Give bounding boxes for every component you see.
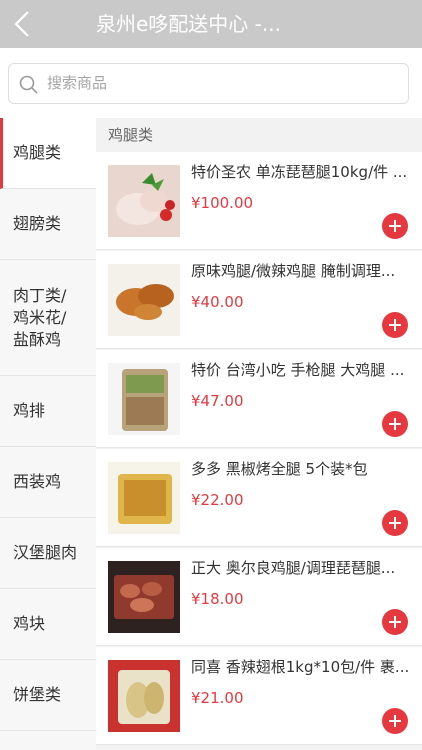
sidebar-item-label: 鸡排: [13, 401, 46, 420]
sidebar-item-chicken-leg[interactable]: 鸡腿类: [0, 118, 96, 189]
product-name: 特价圣农 单冻琵琶腿10kg/件 ...: [191, 163, 408, 181]
product-item[interactable]: 同喜 香辣翅根1kg*10包/件 裹... ¥21.00: [96, 647, 422, 745]
product-price: ¥18.00: [191, 590, 244, 608]
product-price: ¥21.00: [191, 689, 244, 707]
product-price: ¥40.00: [191, 293, 244, 311]
sidebar-item-chicken-steak[interactable]: 鸡排: [0, 376, 96, 447]
sidebar-item-suit-chicken[interactable]: 西装鸡: [0, 447, 96, 518]
search-bar: 搜索商品: [0, 48, 422, 118]
chevron-left-icon: [14, 11, 29, 37]
sidebar-item-chicken-pieces[interactable]: 鸡块: [0, 589, 96, 660]
product-image: [108, 363, 180, 435]
add-to-cart-button[interactable]: [382, 609, 408, 635]
product-item[interactable]: 多多 黑椒烤全腿 5个装*包 ¥22.00: [96, 449, 422, 547]
search-placeholder: 搜索商品: [47, 74, 108, 92]
sidebar-item-label: 鸡块: [13, 614, 46, 633]
product-name: 多多 黑椒烤全腿 5个装*包: [191, 460, 368, 478]
page-title: 泉州e哆配送中心 -...: [96, 12, 281, 36]
sidebar-item-wings[interactable]: 翅膀类: [0, 189, 96, 260]
product-image: [108, 561, 180, 633]
add-to-cart-button[interactable]: [382, 213, 408, 239]
sidebar-item-label: 鸡腿类: [13, 143, 62, 162]
category-sidebar: 鸡腿类 翅膀类 肉丁类/ 鸡米花/ 盐酥鸡 鸡排 西装鸡 汉堡腿肉 鸡块 饼堡类: [0, 118, 96, 750]
product-image: [108, 660, 180, 732]
sidebar-item-burger-bun[interactable]: 饼堡类: [0, 660, 96, 731]
product-item[interactable]: 特价 台湾小吃 手枪腿 大鸡腿 ... ¥47.00: [96, 350, 422, 448]
sidebar-item-label: 饼堡类: [13, 685, 62, 704]
add-to-cart-button[interactable]: [382, 510, 408, 536]
sidebar-item-burger-leg[interactable]: 汉堡腿肉: [0, 518, 96, 589]
product-list: 鸡腿类 特价圣农 单冻琵琶腿10kg/件 ... ¥100.00 原味鸡腿/微辣…: [96, 118, 422, 750]
product-item[interactable]: 特价圣农 单冻琵琶腿10kg/件 ... ¥100.00: [96, 152, 422, 250]
sidebar-item-label: 西装鸡: [13, 472, 62, 491]
sidebar-item-label: 肉丁类/ 鸡米花/ 盐酥鸡: [13, 285, 67, 349]
product-price: ¥100.00: [191, 194, 254, 212]
sidebar-item-nuggets-popcorn[interactable]: 肉丁类/ 鸡米花/ 盐酥鸡: [0, 260, 96, 376]
back-button[interactable]: [10, 6, 40, 42]
product-price: ¥47.00: [191, 392, 244, 410]
search-input[interactable]: 搜索商品: [8, 63, 409, 104]
product-item[interactable]: 原味鸡腿/微辣鸡腿 腌制调理... ¥40.00: [96, 251, 422, 349]
header-bar: 泉州e哆配送中心 -...: [0, 0, 422, 48]
product-name: 特价 台湾小吃 手枪腿 大鸡腿 ...: [191, 361, 405, 379]
product-image: [108, 264, 180, 336]
search-icon: [19, 75, 38, 94]
sidebar-item-label: 翅膀类: [13, 214, 62, 233]
product-price: ¥22.00: [191, 491, 244, 509]
add-to-cart-button[interactable]: [382, 312, 408, 338]
product-image: [108, 462, 180, 534]
sidebar-item-label: 汉堡腿肉: [13, 543, 78, 562]
add-to-cart-button[interactable]: [382, 411, 408, 437]
product-image: [108, 165, 180, 237]
section-title: 鸡腿类: [108, 126, 154, 144]
product-item[interactable]: 正大 奥尔良鸡腿/调理琵琶腿... ¥18.00: [96, 548, 422, 646]
add-to-cart-button[interactable]: [382, 708, 408, 734]
product-name: 同喜 香辣翅根1kg*10包/件 裹...: [191, 658, 410, 676]
product-name: 正大 奥尔良鸡腿/调理琵琶腿...: [191, 559, 396, 577]
product-name: 原味鸡腿/微辣鸡腿 腌制调理...: [191, 262, 396, 280]
